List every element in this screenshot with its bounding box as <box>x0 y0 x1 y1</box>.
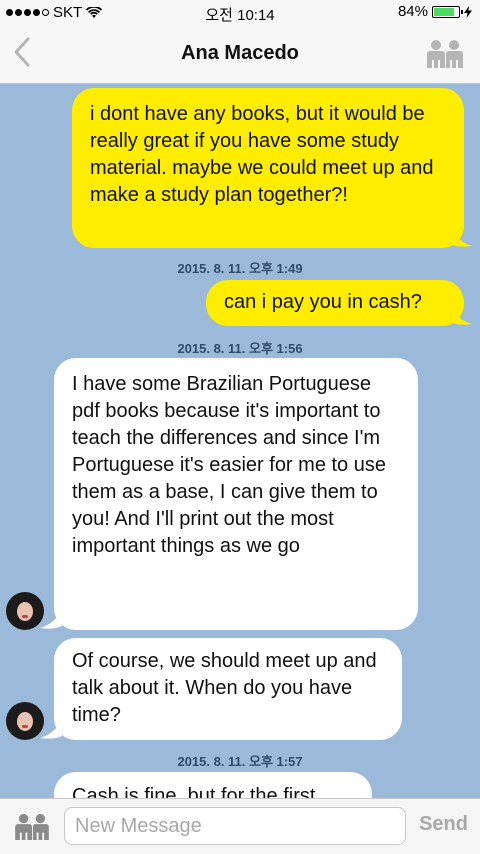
received-message-bubble[interactable]: Of course, we should meet up and talk ab… <box>54 638 402 740</box>
message-text: Of course, we should meet up and talk ab… <box>72 650 377 726</box>
sent-message-bubble[interactable]: i dont have any books, but it would be r… <box>72 88 464 248</box>
message-list[interactable]: i dont have any books, but it would be r… <box>0 84 480 798</box>
people-icon[interactable] <box>14 812 50 840</box>
contact-avatar[interactable] <box>6 592 44 630</box>
message-input[interactable]: New Message <box>64 807 406 845</box>
message-timestamp: 2015. 8. 11. 오후 1:49 <box>177 261 303 276</box>
contact-avatar[interactable] <box>6 702 44 740</box>
message-text: I have some Brazilian Portuguese pdf boo… <box>72 373 386 557</box>
received-message-bubble[interactable]: I have some Brazilian Portuguese pdf boo… <box>54 358 418 630</box>
send-button[interactable]: Send <box>419 813 468 836</box>
message-text: can i pay you in cash? <box>224 291 422 313</box>
message-text: i dont have any books, but it would be r… <box>90 103 434 206</box>
message-text: Cash is fine, but for the first <box>72 785 316 798</box>
battery-icon <box>432 5 463 18</box>
sent-message-bubble[interactable]: can i pay you in cash? <box>206 280 464 326</box>
received-message-bubble[interactable]: Cash is fine, but for the first <box>54 772 372 798</box>
charging-bolt-icon <box>464 5 472 18</box>
chat-title: Ana Macedo <box>181 42 299 64</box>
status-bar: SKT 오전 10:14 84% <box>0 0 480 26</box>
battery-percent: 84% <box>397 3 428 20</box>
bubble-tail <box>450 306 472 325</box>
bubble-tail <box>450 228 472 247</box>
message-timestamp: 2015. 8. 11. 오후 1:57 <box>177 754 303 769</box>
message-input-bar: New Message Send <box>0 798 480 854</box>
chat-header: Ana Macedo <box>0 26 480 84</box>
message-timestamp: 2015. 8. 11. 오후 1:56 <box>177 341 303 356</box>
people-icon[interactable] <box>426 38 464 68</box>
